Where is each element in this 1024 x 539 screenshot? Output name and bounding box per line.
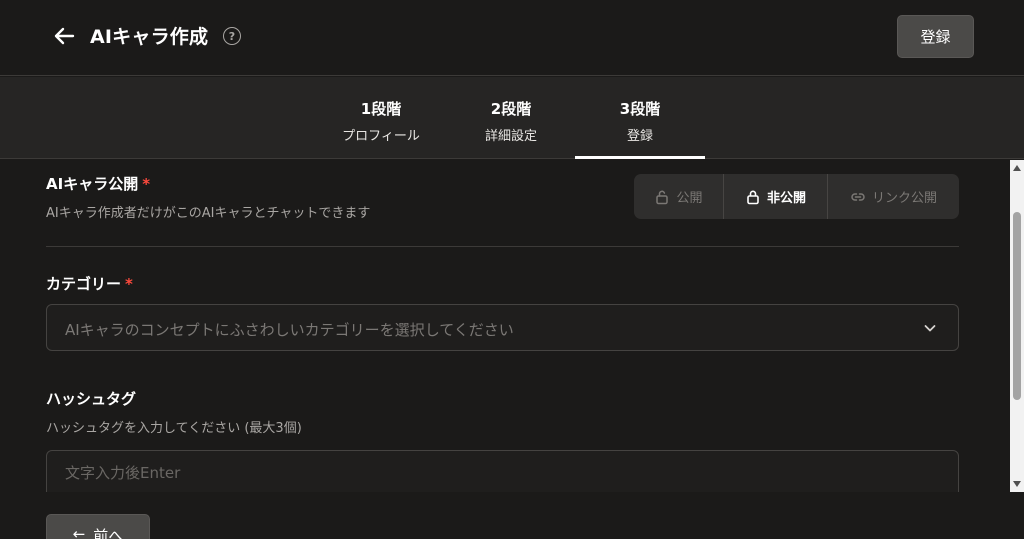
tab-step-2[interactable]: 2段階 詳細設定 xyxy=(446,77,576,158)
back-arrow-icon[interactable] xyxy=(52,24,76,48)
scrollbar-thumb[interactable] xyxy=(1013,212,1021,400)
lock-icon xyxy=(747,190,759,204)
arrow-left-icon: ← xyxy=(72,525,86,539)
visibility-description: AIキャラ作成者だけがこのAIキャラとチャットできます xyxy=(46,206,371,221)
hashtag-input[interactable] xyxy=(46,450,959,492)
category-placeholder: AIキャラのコンセプトにふさわしいカテゴリーを選択してください xyxy=(65,321,514,339)
section-divider xyxy=(46,246,959,247)
visibility-option-label: 非公開 xyxy=(766,191,806,206)
scroll-down-arrow-icon[interactable] xyxy=(1013,481,1021,487)
step-number: 2段階 xyxy=(490,100,532,118)
chevron-down-icon xyxy=(924,325,936,332)
category-select[interactable]: AIキャラのコンセプトにふさわしいカテゴリーを選択してください xyxy=(46,304,959,351)
visibility-option-label: リンク公開 xyxy=(871,191,937,206)
visibility-option-link[interactable]: リンク公開 xyxy=(827,174,959,219)
page-title: AIキャラ作成 xyxy=(90,26,209,48)
step-tabs: 1段階 プロフィール 2段階 詳細設定 3段階 登録 xyxy=(0,77,1024,159)
visibility-toggle-group: 公開 非公開 リンク公開 xyxy=(634,174,959,219)
prev-button-label: 前へ xyxy=(93,527,124,539)
scroll-up-arrow-icon[interactable] xyxy=(1013,165,1021,171)
help-icon[interactable]: ? xyxy=(223,27,241,45)
hashtag-description: ハッシュタグを入力してください (最大3個) xyxy=(46,421,302,436)
required-mark: * xyxy=(142,175,151,193)
required-mark: * xyxy=(125,275,133,293)
step-number: 1段階 xyxy=(360,100,402,118)
step-label: 詳細設定 xyxy=(484,129,537,144)
register-button[interactable]: 登録 xyxy=(897,15,974,58)
form-content: AIキャラ公開 * AIキャラ作成者だけがこのAIキャラとチャットできます 公開 … xyxy=(0,160,1010,492)
category-label: カテゴリー * xyxy=(46,273,133,294)
visibility-option-public[interactable]: 公開 xyxy=(634,174,723,219)
unlock-icon xyxy=(656,190,669,204)
step-label: 登録 xyxy=(626,129,653,144)
category-label-text: カテゴリー xyxy=(46,275,122,293)
app-root: AIキャラ作成 ? 登録 1段階 プロフィール 2段階 詳細設定 3段階 登録 … xyxy=(0,0,1024,539)
hashtag-label: ハッシュタグ xyxy=(46,390,137,408)
tab-step-1[interactable]: 1段階 プロフィール xyxy=(316,77,446,158)
visibility-label: AIキャラ公開 * xyxy=(46,173,150,194)
step-label: プロフィール xyxy=(342,129,420,144)
prev-button[interactable]: ← 前へ xyxy=(46,514,150,539)
content-scrollbar[interactable] xyxy=(1010,160,1024,492)
link-icon xyxy=(851,192,865,201)
visibility-label-text: AIキャラ公開 xyxy=(46,175,139,193)
visibility-option-private[interactable]: 非公開 xyxy=(723,174,827,219)
tab-step-3[interactable]: 3段階 登録 xyxy=(575,77,705,159)
visibility-option-label: 公開 xyxy=(676,191,703,206)
top-header: AIキャラ作成 ? 登録 xyxy=(0,0,1024,76)
step-number: 3段階 xyxy=(619,100,661,118)
